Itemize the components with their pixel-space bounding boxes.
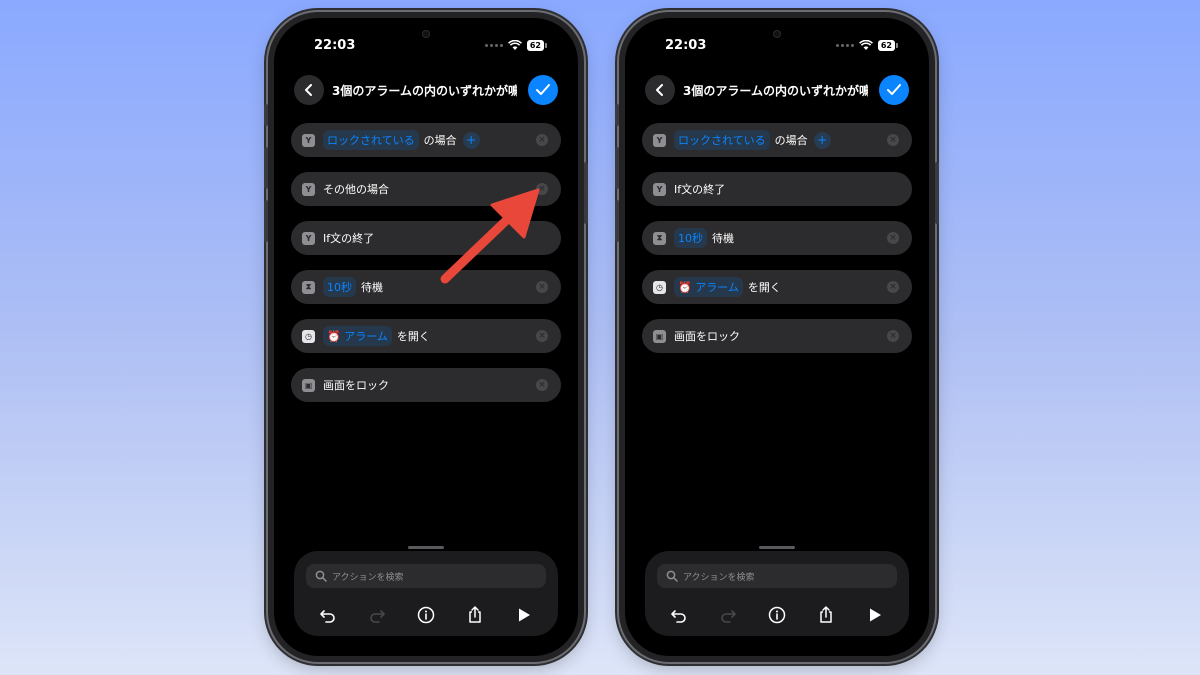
red-arrow-icon xyxy=(440,188,540,284)
